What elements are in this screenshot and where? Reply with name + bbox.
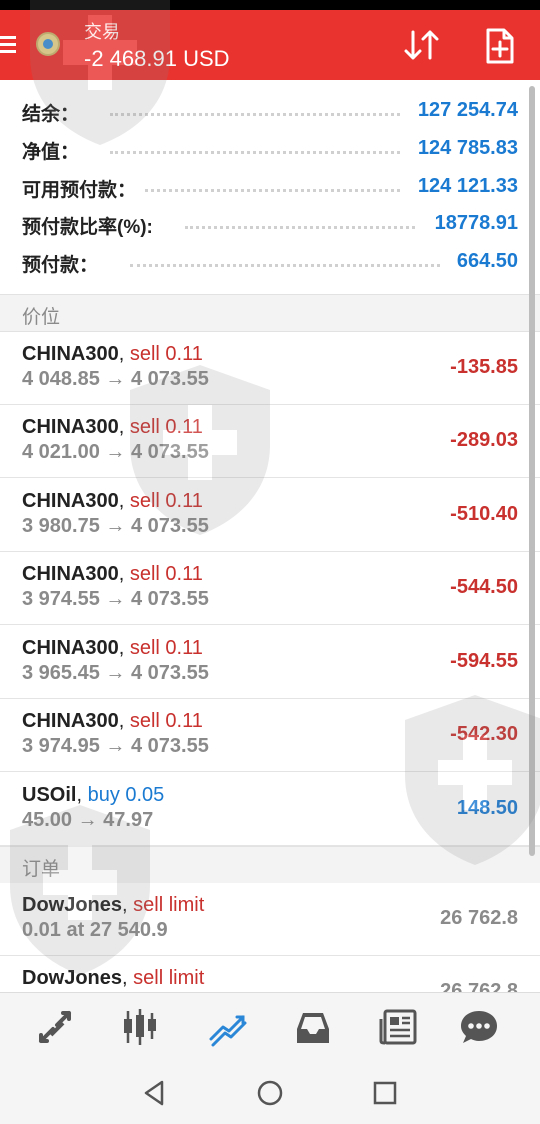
back-icon xyxy=(144,1080,164,1106)
news-icon xyxy=(379,1009,417,1045)
profit-value: -544.50 xyxy=(450,576,518,598)
page-title: 交易 xyxy=(84,22,120,42)
nav-trade[interactable] xyxy=(205,1005,249,1049)
bottom-navigation xyxy=(0,992,540,1062)
order-details: 0.01 at 27 540.9 xyxy=(22,919,168,941)
chat-icon xyxy=(461,1011,497,1043)
symbol: CHINA300 xyxy=(22,490,119,512)
nav-quotes[interactable] xyxy=(33,1005,77,1049)
summary-value: 124 785.83 xyxy=(417,137,518,159)
trade-action: sell 0.11 xyxy=(129,343,203,365)
section-title: 订单 xyxy=(22,859,61,880)
trade-action: sell 0.11 xyxy=(129,416,203,438)
summary-row-margin-level: 预付款比率(%): 18778.91 xyxy=(0,206,540,243)
trade-action: sell 0.11 xyxy=(129,563,203,585)
profit-value: -594.55 xyxy=(450,650,518,672)
position-row[interactable]: CHINA300, sell 0.11 3 974.55 → 4 073.55 … xyxy=(0,552,540,625)
price-range: 4 021.00 → 4 073.55 xyxy=(22,441,209,463)
summary-row-margin: 预付款： 664.50 xyxy=(0,244,540,281)
trade-action: sell 0.11 xyxy=(129,637,203,659)
menu-icon[interactable] xyxy=(0,32,18,58)
profit-value: -135.85 xyxy=(450,356,518,378)
order-row[interactable]: DowJones, sell limit 0.01 at 27 540.9 26… xyxy=(0,883,540,956)
symbol: DowJones xyxy=(22,894,123,916)
symbol: CHINA300 xyxy=(22,637,119,659)
symbol: CHINA300 xyxy=(22,343,119,365)
symbol: CHINA300 xyxy=(22,563,119,585)
price-range: 3 974.55 → 4 073.55 xyxy=(22,588,209,610)
trade-action: sell 0.11 xyxy=(129,710,203,732)
summary-row-equity: 净值： 124 785.83 xyxy=(0,131,540,168)
position-row[interactable]: CHINA300, sell 0.11 4 021.00 → 4 073.55 … xyxy=(0,405,540,478)
trade-action: sell 0.11 xyxy=(129,490,203,512)
section-title: 价位 xyxy=(22,307,61,328)
profit-value: -510.40 xyxy=(450,503,518,525)
price-range: 4 048.85 → 4 073.55 xyxy=(22,368,209,390)
home-icon xyxy=(257,1080,283,1106)
scrollbar[interactable] xyxy=(529,86,535,856)
floating-balance: -2 468.91 USD xyxy=(84,46,230,71)
app-bar: 交易 -2 468.91 USD xyxy=(0,10,540,80)
quotes-icon xyxy=(39,1011,71,1043)
order-type: sell limit xyxy=(133,894,205,916)
summary-row-free-margin: 可用预付款： 124 121.33 xyxy=(0,169,540,206)
profit-value: -289.03 xyxy=(450,429,518,451)
summary-value: 124 121.33 xyxy=(417,175,518,197)
inbox-icon xyxy=(297,1013,329,1043)
symbol: DowJones xyxy=(22,967,123,989)
account-summary: 结余： 127 254.74 净值： 124 785.83 可用预付款： 124… xyxy=(0,80,540,294)
position-row[interactable]: CHINA300, sell 0.11 3 965.45 → 4 073.55 … xyxy=(0,626,540,699)
profit-value: -542.30 xyxy=(450,723,518,745)
sort-arrows-icon xyxy=(404,30,439,60)
price-range: 45.00 → 47.97 xyxy=(22,809,154,831)
nav-chat[interactable] xyxy=(457,1005,501,1049)
nav-news[interactable] xyxy=(377,1005,421,1049)
symbol: CHINA300 xyxy=(22,416,119,438)
price-range: 3 965.45 → 4 073.55 xyxy=(22,662,209,684)
summary-label: 预付款比率(%): xyxy=(22,217,153,238)
new-order-button[interactable] xyxy=(478,24,522,68)
price-range: 3 974.95 → 4 073.55 xyxy=(22,735,209,757)
summary-label: 结余： xyxy=(22,104,80,125)
current-price: 26 762.8 xyxy=(440,907,518,929)
positions-section-header: 价位 xyxy=(0,294,540,332)
system-navigation-bar xyxy=(0,1062,540,1124)
recents-button[interactable] xyxy=(370,1078,400,1108)
order-type: sell limit xyxy=(133,967,205,989)
price-range: 3 980.75 → 4 073.55 xyxy=(22,515,209,537)
nav-chart[interactable] xyxy=(118,1005,162,1049)
summary-value: 18778.91 xyxy=(434,212,518,234)
position-row[interactable]: CHINA300, sell 0.11 3 980.75 → 4 073.55 … xyxy=(0,479,540,552)
sort-button[interactable] xyxy=(400,24,444,68)
home-button[interactable] xyxy=(255,1078,285,1108)
position-row[interactable]: USOil, buy 0.05 45.00 → 47.97 148.50 xyxy=(0,773,540,846)
nav-history[interactable] xyxy=(291,1005,335,1049)
account-icon[interactable] xyxy=(36,32,60,56)
summary-row-balance: 结余： 127 254.74 xyxy=(0,93,540,130)
add-document-icon xyxy=(486,28,514,64)
summary-value: 127 254.74 xyxy=(417,99,518,121)
summary-label: 预付款： xyxy=(22,255,99,276)
summary-label: 可用预付款： xyxy=(22,180,137,201)
trade-action: buy 0.05 xyxy=(87,784,165,806)
trade-icon xyxy=(209,1015,247,1047)
profit-value: 148.50 xyxy=(456,797,518,819)
symbol: CHINA300 xyxy=(22,710,119,732)
orders-section-header: 订单 xyxy=(0,846,540,884)
status-bar xyxy=(0,0,540,10)
chart-icon xyxy=(124,1009,156,1045)
recents-icon xyxy=(373,1081,397,1105)
position-row[interactable]: CHINA300, sell 0.11 4 048.85 → 4 073.55 … xyxy=(0,332,540,405)
summary-label: 净值： xyxy=(22,142,80,163)
summary-value: 664.50 xyxy=(456,250,518,272)
position-row[interactable]: CHINA300, sell 0.11 3 974.95 → 4 073.55 … xyxy=(0,699,540,772)
back-button[interactable] xyxy=(140,1078,170,1108)
symbol: USOil xyxy=(22,784,77,806)
